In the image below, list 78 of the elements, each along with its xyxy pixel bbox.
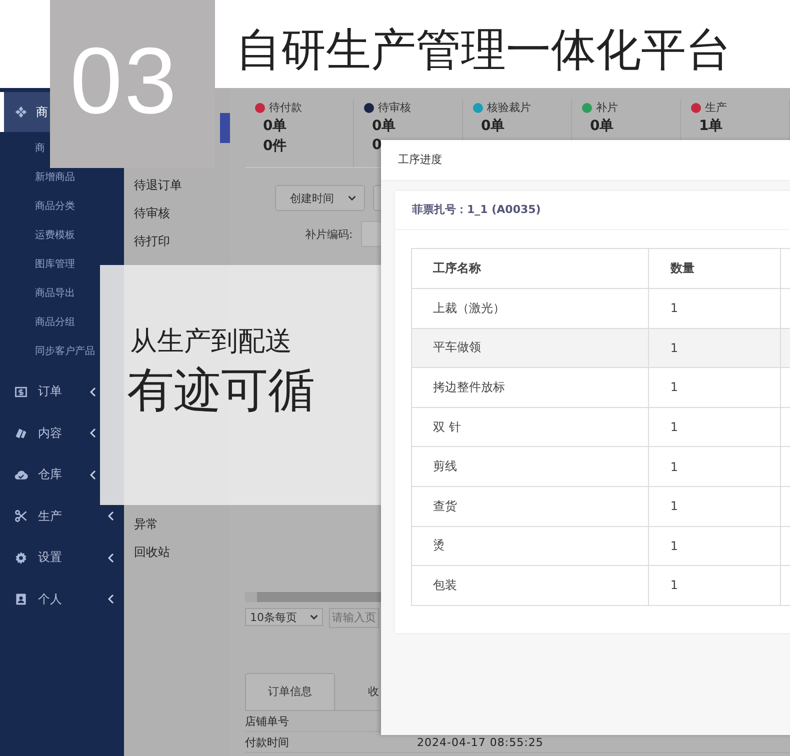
gear-icon [14, 550, 28, 565]
cards-icon [14, 426, 28, 440]
stat-label: 核验裁片 [487, 100, 531, 115]
caret-icon [348, 195, 356, 201]
table-cell: 双 针 [412, 407, 649, 447]
id-badge-icon [14, 592, 28, 606]
chevron-icon [108, 552, 114, 563]
stat-value: 1单 [698, 117, 724, 135]
active-indicator [220, 113, 230, 143]
shapes-icon [14, 105, 28, 119]
table-cell: 1 [648, 566, 780, 606]
sidebar-item[interactable]: 生产 [0, 496, 124, 537]
stat-label: 待审核 [378, 100, 411, 115]
table-cell: 平车做领 [412, 328, 649, 368]
stat-value: 0单 [371, 117, 397, 135]
submenu-item[interactable]: 待审核 [134, 204, 170, 222]
sidebar-item[interactable]: 设置 [0, 537, 124, 578]
sidebar-item[interactable]: 商 [0, 92, 50, 132]
table-cell: 包装 [412, 566, 649, 606]
chevron-icon [90, 470, 96, 480]
sidebar-subitem[interactable]: 新增商品 [35, 170, 75, 184]
stat-value: 0 [371, 137, 383, 153]
ticket-number: 菲票扎号：1_1 (A0035) [395, 191, 790, 230]
table-cell: 1 [648, 368, 780, 408]
submenu-item[interactable]: 异常 [134, 516, 158, 533]
submenu-item[interactable]: 待退订单 [134, 176, 182, 194]
table-cell: 上裁（激光） [412, 288, 649, 328]
sidebar-item[interactable]: 个人 [0, 578, 124, 620]
stat-value: 0单 [589, 117, 615, 135]
table-cell: 拷边整件放标 [412, 368, 649, 408]
stat-value: 0单 [480, 117, 506, 135]
stat-value: 0单 [262, 117, 288, 135]
submenu-item[interactable]: 回收站 [134, 544, 170, 561]
detail-label: 店铺单号 [245, 714, 290, 728]
column-header: 工序名称 [412, 248, 649, 288]
chevron-icon [108, 594, 114, 604]
headline: 自研生产管理一体化平台 [236, 22, 731, 78]
sidebar-item[interactable]: 订单 [0, 371, 100, 412]
table-cell: 1 [648, 407, 780, 447]
table-cell: 1 [648, 446, 780, 486]
table-cell: 剪线 [412, 446, 649, 486]
sort-select[interactable]: 创建时间 [275, 185, 365, 211]
chevron-icon [90, 428, 96, 438]
stat-label: 待付款 [269, 100, 302, 115]
table-cell: 查货 [412, 486, 649, 526]
detail-value: 2024-04-17 08:55:25 [417, 736, 544, 748]
stat-label: 生产 [705, 100, 727, 115]
submenu-item[interactable]: 待打印 [134, 233, 170, 250]
caret-icon [310, 614, 318, 620]
table-cell: 1 [648, 486, 780, 526]
sidebar-item[interactable]: 仓库 [0, 454, 100, 496]
field-label: 补片编码: [305, 226, 353, 242]
sidebar-subitem[interactable]: 商品导出 [35, 286, 75, 300]
tab[interactable]: 订单信息 [245, 673, 335, 710]
table-cell: 1 [648, 526, 780, 566]
chevron-icon [90, 386, 96, 397]
page-size-select[interactable]: 10条每页 [245, 608, 323, 626]
stat-label: 补片 [596, 100, 618, 115]
number-badge: 03 [50, 0, 215, 168]
table-cell: 1 [648, 288, 780, 328]
stat-value: 0件 [262, 137, 288, 155]
slogan-text: 从生产到配送 [130, 325, 292, 359]
detail-label: 付款时间 [245, 734, 290, 750]
slogan-text: 有迹可循 [127, 362, 315, 420]
table-cell: 烫 [412, 526, 649, 566]
sidebar-subitem[interactable]: 商品分类 [35, 198, 75, 212]
money-icon [14, 384, 28, 399]
sidebar-subitem[interactable]: 运费模板 [35, 228, 75, 242]
chevron-icon [108, 511, 114, 522]
scissors-icon [14, 509, 28, 524]
sidebar-subitem[interactable]: 商品分组 [35, 314, 75, 328]
sidebar-subitem[interactable]: 商 [35, 141, 45, 155]
sidebar-subitem[interactable]: 同步客户产品 [35, 344, 95, 358]
dialog-title: 工序进度 [381, 140, 790, 181]
sidebar-item[interactable]: 内容 [0, 412, 100, 454]
table-cell: 1 [648, 328, 780, 368]
sidebar-subitem[interactable]: 图库管理 [35, 256, 75, 270]
column-header: 数量 [648, 248, 780, 288]
